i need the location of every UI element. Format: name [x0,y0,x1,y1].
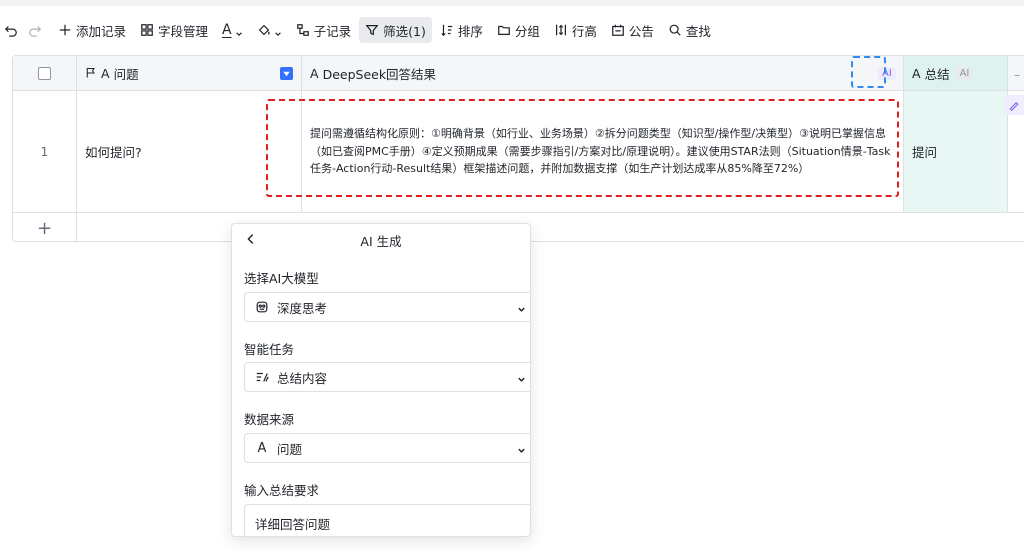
column-header-label: 问题 [113,66,139,82]
field-manage-label: 字段管理 [158,23,209,39]
top-strip [0,0,1024,6]
column-overflow-dash: – [1014,68,1020,82]
text-style-button[interactable]: A [216,17,249,43]
toolbar: 添加记录 字段管理 A 子记录 筛选(1) 排序 分组 行高 公告 查找 [0,14,1024,46]
grid-icon [140,23,154,37]
model-label: 选择AI大模型 [244,271,319,286]
row-height-icon [554,23,568,37]
chevron-down-icon [517,444,526,453]
question-cell[interactable]: 如何提问? [77,91,302,212]
panel-header: AI 生成 [232,224,530,256]
source-label: 数据来源 [244,412,295,427]
column-header-ai-result[interactable]: A DeepSeek回答结果 AI [302,56,904,90]
plus-icon [58,23,72,37]
brain-icon [255,300,269,314]
filter-button[interactable]: 筛选(1) [359,17,432,43]
search-icon [668,23,682,37]
ai-badge[interactable]: AI [955,66,974,80]
column-header-question[interactable]: A 问题 [77,56,302,90]
text-style-icon: A [222,22,232,38]
find-label: 查找 [685,23,711,39]
sort-icon [440,23,454,37]
requirement-label: 输入总结要求 [244,483,320,498]
undo-icon [4,23,18,37]
select-all-cell [13,56,77,90]
column-header-label: DeepSeek回答结果 [322,66,437,82]
sort-button[interactable]: 排序 [434,17,489,43]
chevron-down-icon [517,373,526,382]
source-value: 问题 [277,441,303,457]
row-number: 1 [40,144,49,159]
row-height-button[interactable]: 行高 [548,17,603,43]
group-label: 分组 [514,23,540,39]
text-field-icon: A [101,65,110,81]
filter-label: 筛选(1) [383,23,426,39]
field-manage-button[interactable]: 字段管理 [134,17,214,43]
add-record-button[interactable]: 添加记录 [52,17,132,43]
question-text: 如何提问? [85,145,142,160]
undo-button[interactable] [0,17,22,43]
text-field-icon: A [257,440,267,456]
add-record-label: 添加记录 [76,23,127,39]
ai-generate-panel: AI 生成 选择AI大模型 深度思考 智能任务 总结内容 数据来源 A 问题 输… [231,223,531,537]
paint-bucket-icon [257,23,271,37]
model-select[interactable]: 深度思考 [244,292,530,322]
group-button[interactable]: 分组 [491,17,546,43]
notice-icon [611,23,625,37]
requirement-input[interactable]: 详细回答问题 [244,504,530,536]
chevron-down-icon [235,26,243,36]
panel-title: AI 生成 [360,233,402,249]
task-value: 总结内容 [277,370,328,386]
notice-label: 公告 [628,23,654,39]
sub-record-button[interactable]: 子记录 [290,17,358,43]
ai-edit-icon[interactable] [1004,95,1024,115]
highlight-ai-badge-annotation [851,56,886,88]
ai-result-cell[interactable]: 提问需遵循结构化原则：①明确背景（如行业、业务场景）②拆分问题类型（知识型/操作… [302,91,904,212]
column-header-summary[interactable]: A 总结 AI [904,56,1008,90]
task-select[interactable]: 总结内容 [244,362,530,392]
chevron-down-icon [274,26,282,36]
back-arrow-icon[interactable] [244,232,258,246]
model-value: 深度思考 [277,300,328,316]
column-header-label: 总结 [924,66,950,82]
text-field-icon: A [310,65,319,81]
row-height-label: 行高 [571,23,597,39]
text-field-icon: A [912,65,921,81]
chevron-down-icon [517,303,526,312]
summary-text: 提问 [912,145,938,160]
sub-record-icon [296,23,310,37]
summarize-icon [255,370,269,384]
redo-button[interactable] [24,17,46,43]
fill-color-button[interactable] [251,17,288,43]
dropdown-badge-icon[interactable] [280,66,293,80]
filter-icon [365,23,379,37]
summary-cell[interactable]: 提问 [904,91,1008,212]
redo-icon [28,23,42,37]
find-button[interactable]: 查找 [662,17,717,43]
flag-icon [85,67,97,79]
select-all-checkbox[interactable] [38,66,51,80]
ai-answer-text: 提问需遵循结构化原则：①明确背景（如行业、业务场景）②拆分问题类型（知识型/操作… [310,127,891,176]
folder-icon [497,23,511,37]
sub-record-label: 子记录 [313,23,352,39]
row-index-cell: 1 [13,91,77,212]
task-label: 智能任务 [244,342,295,357]
sort-label: 排序 [457,23,483,39]
notice-button[interactable]: 公告 [605,17,660,43]
plus-icon: + [36,217,53,239]
add-row-cell[interactable]: + [13,213,77,243]
source-select[interactable]: A 问题 [244,433,530,463]
table-row[interactable]: 1 如何提问? 提问需遵循结构化原则：①明确背景（如行业、业务场景）②拆分问题类… [13,91,1024,213]
